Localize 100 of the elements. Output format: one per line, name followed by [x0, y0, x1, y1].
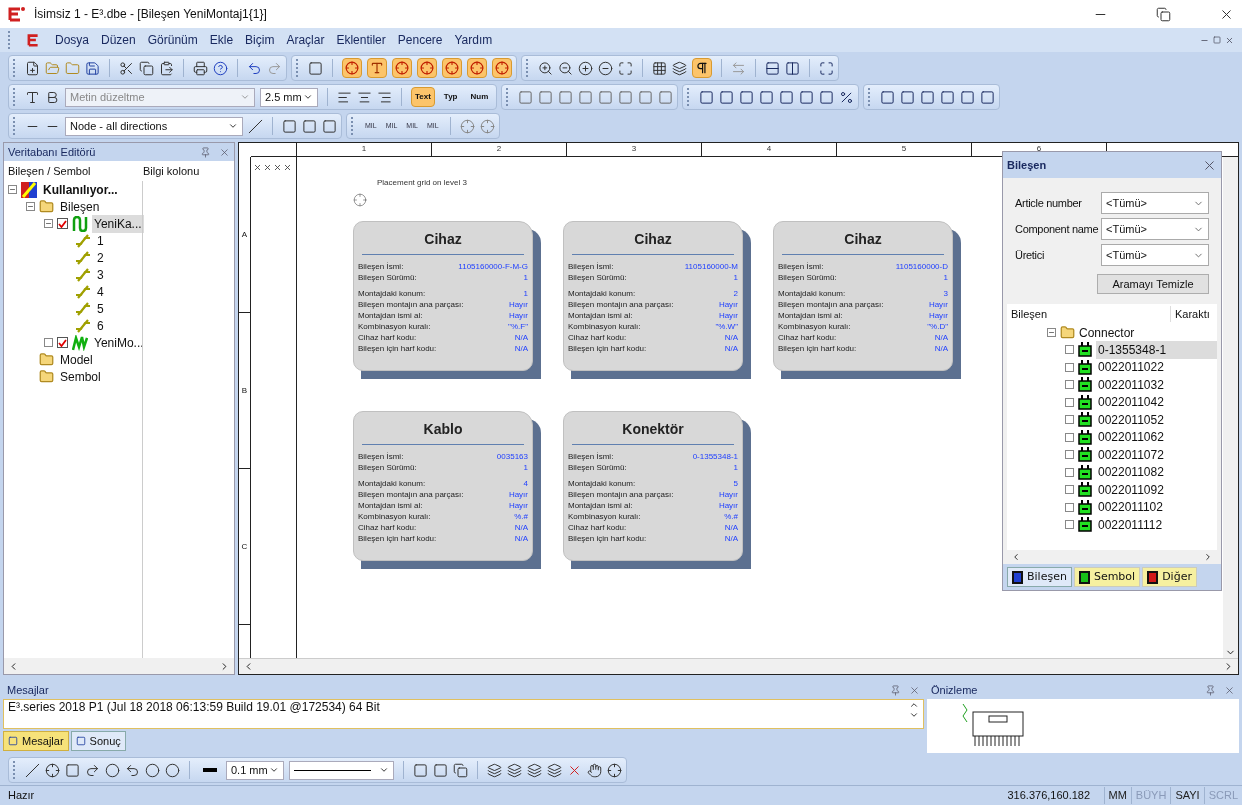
checkbox[interactable]	[57, 337, 68, 348]
collapse-toggle[interactable]	[26, 202, 35, 211]
line-icon[interactable]	[25, 762, 40, 778]
font-icon[interactable]	[25, 89, 40, 105]
collapse-toggle[interactable]	[1047, 328, 1056, 337]
ellipse-icon[interactable]	[145, 762, 160, 778]
panel-tab[interactable]: Diğer	[1142, 567, 1197, 587]
frame-icon[interactable]	[799, 89, 815, 105]
zoom-fit-icon[interactable]	[618, 60, 633, 76]
paste-icon[interactable]	[159, 60, 174, 76]
shape-icon[interactable]	[618, 89, 634, 105]
mode-toggle[interactable]	[367, 58, 387, 78]
mode-toggle[interactable]	[492, 58, 512, 78]
column-header[interactable]: Bilgi kolonu	[139, 162, 204, 180]
tree-item[interactable]: 0022011052	[1096, 410, 1217, 429]
line-style-dropdown[interactable]	[289, 760, 394, 780]
tree-item[interactable]: Bileşen	[58, 197, 102, 216]
expand-toggle[interactable]	[44, 338, 53, 347]
folder-icon[interactable]	[65, 60, 80, 76]
collapse-toggle[interactable]	[8, 185, 17, 194]
rows-icon[interactable]	[765, 60, 780, 76]
panel-tab[interactable]: Sembol	[1073, 567, 1141, 587]
clear-search-button[interactable]: Aramayı Temizle	[1097, 274, 1209, 294]
zoom-minus-icon[interactable]	[598, 60, 613, 76]
tree-item[interactable]: 1	[95, 231, 106, 250]
filter-dropdown[interactable]: <Tümü>	[1101, 218, 1209, 240]
print-icon[interactable]	[193, 60, 208, 76]
mode-toggle[interactable]	[417, 58, 437, 78]
hand-icon[interactable]	[587, 762, 602, 778]
tree-item[interactable]: 0-1355348-1	[1096, 340, 1217, 359]
tree-item[interactable]: YeniMo...	[92, 333, 146, 352]
pilcrow-toggle[interactable]	[692, 58, 712, 78]
frame-icon[interactable]	[699, 89, 715, 105]
percent-icon[interactable]	[839, 89, 855, 105]
copy-icon[interactable]	[139, 60, 154, 76]
tree-item[interactable]: 0022011112	[1096, 515, 1217, 534]
font-size-icon[interactable]	[45, 89, 60, 105]
column-header[interactable]: Karaktı	[1171, 305, 1214, 323]
text-mode-button[interactable]: Num	[466, 87, 493, 107]
tree-item[interactable]: 0022011072	[1096, 445, 1217, 464]
menu-item[interactable]: Dosya	[55, 31, 89, 49]
tree-item[interactable]: 0022011082	[1096, 463, 1217, 482]
tree-item[interactable]: 0022011102	[1096, 498, 1217, 517]
menu-item[interactable]: Ekle	[209, 31, 234, 49]
text-mode-button[interactable]: Typ	[439, 87, 462, 107]
layers-icon[interactable]	[672, 60, 687, 76]
tree-item[interactable]: 0022011062	[1096, 428, 1217, 447]
frame-icon[interactable]	[719, 89, 735, 105]
pin-icon[interactable]	[200, 144, 211, 160]
horizontal-scrollbar[interactable]	[4, 658, 234, 674]
tree-item[interactable]: 6	[95, 316, 106, 335]
menu-item[interactable]: Pencere	[397, 31, 443, 49]
tree-item[interactable]: Kullanılıyor...	[41, 180, 120, 199]
shape-icon[interactable]	[538, 89, 554, 105]
frame-icon[interactable]	[779, 89, 795, 105]
restore-button[interactable]	[1156, 6, 1171, 22]
help-icon[interactable]	[213, 60, 228, 76]
horizontal-scrollbar[interactable]	[239, 658, 1238, 674]
tree-item[interactable]: Connector	[1079, 323, 1135, 342]
restore-button[interactable]	[1213, 35, 1221, 44]
circle-icon[interactable]	[105, 762, 120, 778]
collapse-toggle[interactable]	[44, 219, 53, 228]
save-icon[interactable]	[85, 60, 100, 76]
zoom-out-icon[interactable]	[558, 60, 573, 76]
panel-tab[interactable]: Sonuç	[70, 731, 126, 751]
shape-icon[interactable]	[658, 89, 674, 105]
mode-toggle[interactable]	[467, 58, 487, 78]
shape-icon[interactable]	[558, 89, 574, 105]
menu-item[interactable]: Biçim	[245, 31, 275, 49]
align-right-icon[interactable]	[377, 89, 392, 105]
shape-icon[interactable]	[578, 89, 594, 105]
mode-toggle[interactable]	[442, 58, 462, 78]
pin-icon[interactable]	[1205, 682, 1216, 698]
tree-item[interactable]: 0022011092	[1096, 480, 1217, 499]
frame-icon[interactable]	[739, 89, 755, 105]
tree-item[interactable]: 0022011022	[1096, 358, 1217, 377]
align-center-icon[interactable]	[357, 89, 372, 105]
tree-item[interactable]: 0022011032	[1096, 375, 1217, 394]
new-file-icon[interactable]	[25, 60, 40, 76]
panel-tab[interactable]: Mesajlar	[3, 731, 69, 751]
shape-icon[interactable]	[638, 89, 654, 105]
tree-item[interactable]: 2	[95, 248, 106, 267]
filter-dropdown[interactable]: <Tümü>	[1101, 192, 1209, 214]
line-color-icon[interactable]	[203, 768, 217, 772]
node-field[interactable]: Node - all directions	[65, 116, 243, 136]
window-icon[interactable]	[308, 60, 323, 76]
size-field[interactable]: 2.5 mm	[260, 87, 318, 107]
copy-icon[interactable]	[453, 762, 468, 778]
fit-page-icon[interactable]	[819, 60, 834, 76]
zoom-plus-icon[interactable]	[578, 60, 593, 76]
column-header[interactable]: Bileşen	[1007, 305, 1171, 323]
align-left-icon[interactable]	[337, 89, 352, 105]
open-folder-icon[interactable]	[45, 60, 60, 76]
mode-toggle[interactable]	[342, 58, 362, 78]
cut-icon[interactable]	[119, 60, 134, 76]
column-header[interactable]: Bileşen / Sembol	[4, 162, 139, 180]
shape-icon[interactable]	[518, 89, 534, 105]
frame-icon[interactable]	[819, 89, 835, 105]
tree-item[interactable]: 3	[95, 265, 106, 284]
tree-item[interactable]: Sembol	[58, 367, 103, 386]
